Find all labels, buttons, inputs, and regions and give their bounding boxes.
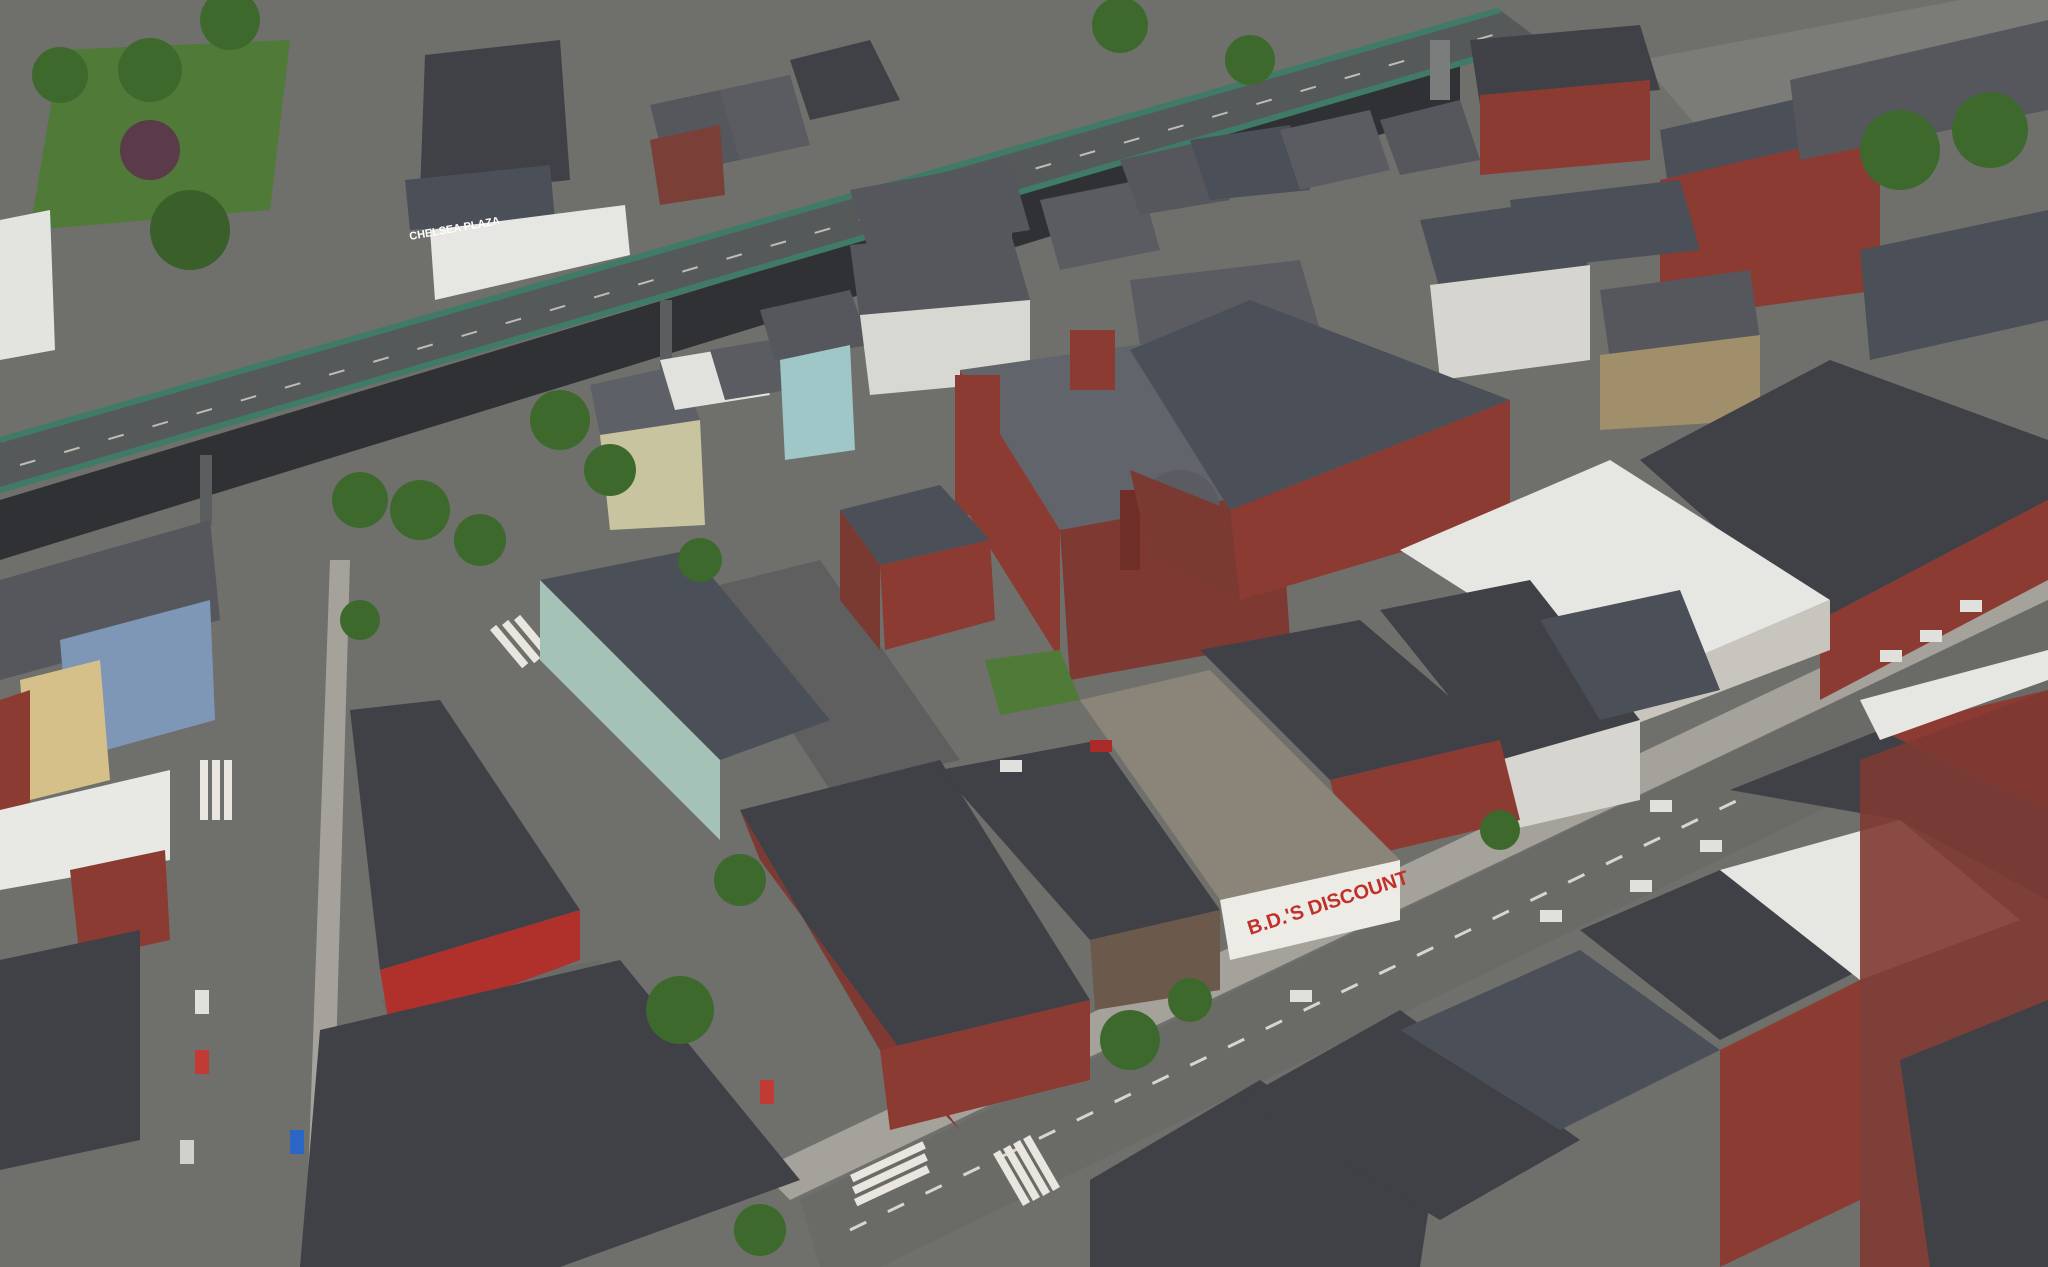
- building-roof: [0, 210, 55, 360]
- tree: [150, 190, 230, 270]
- tree: [118, 38, 182, 102]
- tree: [120, 120, 180, 180]
- tree: [32, 47, 88, 103]
- highway-pillar: [1430, 40, 1450, 100]
- aerial-city-view: B.D.'S DISCOUNT CHELSEA PLAZA: [0, 0, 2048, 1267]
- highway-pillar: [200, 455, 212, 525]
